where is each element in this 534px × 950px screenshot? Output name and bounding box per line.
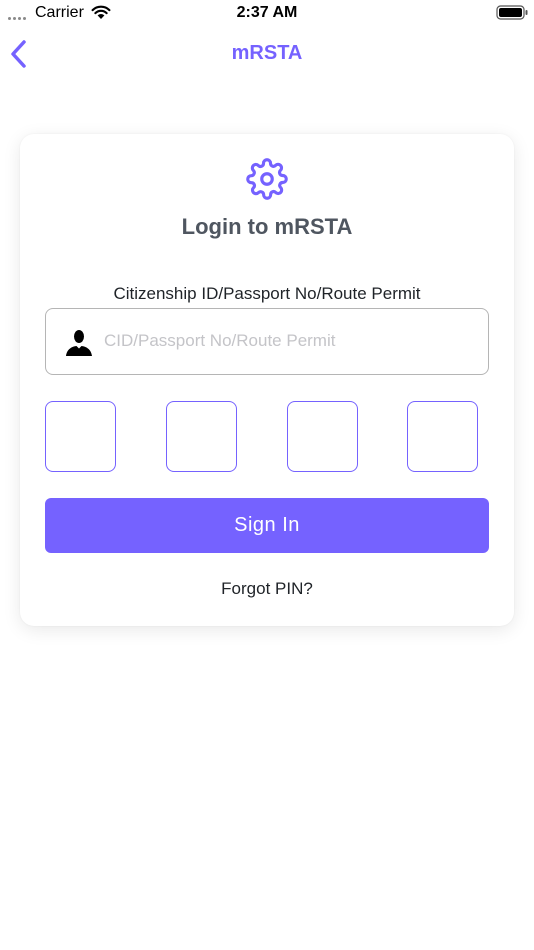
pin-box-1[interactable] bbox=[45, 401, 116, 472]
pin-box-2[interactable] bbox=[166, 401, 237, 472]
status-time: 2:37 AM bbox=[236, 4, 298, 21]
user-icon bbox=[66, 330, 92, 356]
pin-input-row bbox=[45, 401, 479, 472]
id-input-container[interactable] bbox=[45, 308, 489, 375]
id-input[interactable] bbox=[104, 309, 479, 373]
status-bar: Carrier 2:37 AM bbox=[0, 0, 534, 26]
login-title: Login to mRSTA bbox=[181, 214, 353, 239]
sign-in-button[interactable]: Sign In bbox=[45, 498, 489, 553]
pin-box-4[interactable] bbox=[407, 401, 478, 472]
gear-icon bbox=[246, 158, 288, 200]
nav-title: mRSTA bbox=[231, 42, 303, 64]
id-field-label: Citizenship ID/Passport No/Route Permit bbox=[113, 284, 421, 303]
login-card: Login to mRSTA Citizenship ID/Passport N… bbox=[20, 134, 514, 626]
forgot-pin-link[interactable]: Forgot PIN? bbox=[20, 579, 514, 599]
pin-box-3[interactable] bbox=[287, 401, 358, 472]
battery-icon bbox=[496, 5, 528, 20]
